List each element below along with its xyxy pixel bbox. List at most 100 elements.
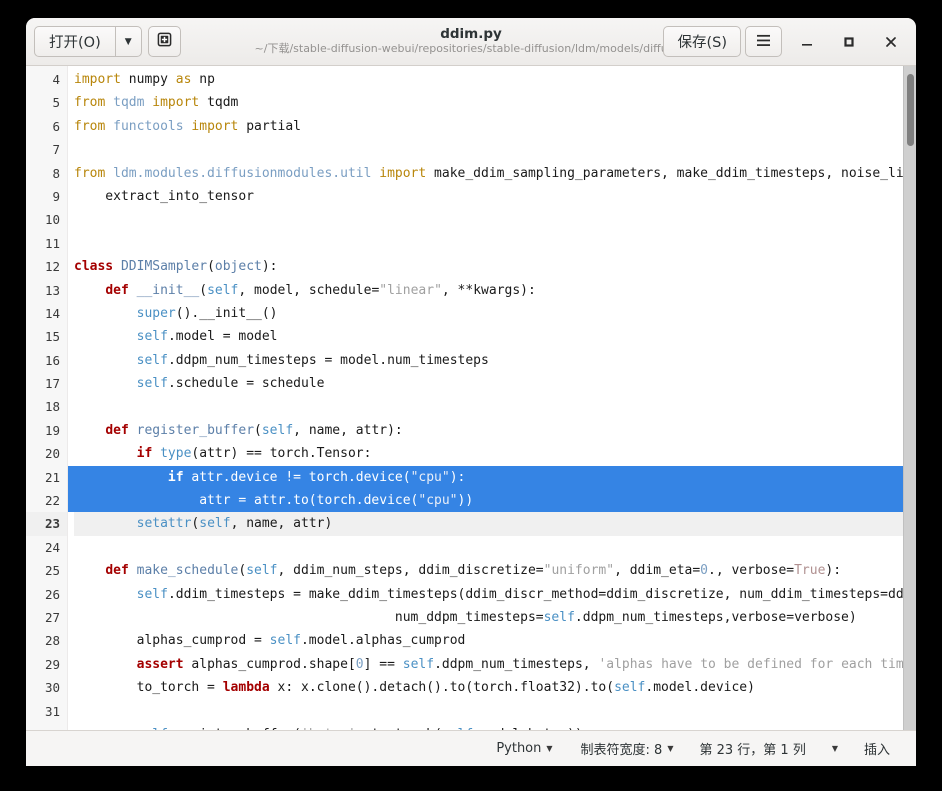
file-path-subtitle: ~/下载/stable-diffusion-webui/repositories…	[254, 42, 688, 56]
code-line[interactable]	[74, 700, 916, 723]
chevron-down-icon: ▼	[831, 744, 838, 753]
code-token: type	[160, 446, 192, 462]
tab-width-label: 制表符宽度: 8	[580, 743, 663, 758]
code-line[interactable]: to_torch = lambda x: x.clone().detach().…	[74, 676, 916, 699]
hamburger-menu-button[interactable]	[745, 26, 782, 57]
code-line[interactable]: def make_schedule(self, ddim_num_steps, …	[74, 559, 916, 582]
new-document-icon	[157, 32, 172, 51]
code-line[interactable]	[74, 536, 916, 559]
close-button[interactable]	[874, 25, 908, 59]
code-line[interactable]: alphas_cumprod = self.model.alphas_cumpr…	[74, 629, 916, 652]
code-line[interactable]: num_ddpm_timesteps=self.ddpm_num_timeste…	[74, 606, 916, 629]
line-number: 9	[52, 188, 60, 204]
line-number: 23	[26, 512, 67, 536]
open-button[interactable]: 打开(O)	[34, 26, 115, 57]
code-token: self	[136, 329, 168, 345]
code-line[interactable]	[74, 208, 916, 231]
open-dropdown-arrow-icon[interactable]: ▼	[114, 26, 142, 57]
position-dropdown[interactable]: ▼	[818, 744, 852, 753]
code-token: register_buffer	[136, 422, 255, 438]
new-document-button[interactable]	[147, 26, 181, 57]
code-token: import	[379, 165, 435, 181]
code-token: num_ddpm_timesteps=	[74, 609, 544, 625]
code-line[interactable]: attr = attr.to(torch.device("cpu"))	[68, 489, 916, 513]
code-token: tqdm	[207, 95, 239, 111]
code-token: def	[105, 282, 137, 298]
line-number: 4	[52, 72, 60, 87]
code-line[interactable]	[74, 138, 916, 161]
language-selector[interactable]: Python ▼	[482, 741, 566, 756]
line-number: 8	[52, 165, 60, 181]
code-token: partial	[246, 118, 302, 134]
code-line[interactable]: self.ddim_timesteps = make_ddim_timestep…	[74, 583, 916, 606]
code-line[interactable]: self.ddpm_num_timesteps = model.num_time…	[74, 349, 916, 372]
code-line[interactable]: def __init__(self, model, schedule="line…	[74, 279, 916, 302]
code-token: ):	[449, 469, 466, 485]
code-line[interactable]: from functools import partial	[74, 115, 916, 138]
line-number: 12	[44, 259, 60, 275]
vertical-scrollbar[interactable]	[903, 66, 916, 730]
code-token: make_ddim_sampling_parameters, make_ddim…	[434, 165, 916, 181]
line-number: 26	[44, 586, 60, 602]
code-token: .schedule = schedule	[167, 376, 325, 392]
code-token: self	[207, 282, 239, 298]
code-token: self	[137, 727, 168, 730]
save-button[interactable]: 保存(S)	[663, 26, 741, 57]
source-view[interactable]: 4 5 6 7 8 9 10 11 12 13 14 15 16 17 18 19 20 21 22 23 24 25 26…	[26, 66, 916, 730]
code-token: x: x.clone().detach().to(torch.float32).…	[277, 680, 615, 696]
code-token: (	[199, 282, 208, 298]
line-number: 28	[44, 633, 60, 649]
code-token: .model.alphas_cumprod	[300, 633, 466, 649]
code-token: .ddpm_num_timesteps = model.num_timestep…	[167, 352, 489, 368]
maximize-button[interactable]	[832, 25, 866, 59]
code-line[interactable]: def register_buffer(self, name, attr):	[74, 419, 916, 442]
code-line[interactable]: self.register_buffer('betas', to_torch(s…	[74, 723, 916, 730]
minimize-button[interactable]	[790, 25, 824, 59]
code-line[interactable]: self.schedule = schedule	[74, 372, 916, 395]
code-token: make_schedule	[136, 563, 239, 579]
code-token: from	[74, 95, 114, 111]
code-token: attr.device != torch.device(	[191, 469, 411, 485]
code-token: (	[207, 259, 215, 275]
code-text[interactable]: import numpy as np from tqdm import tqdm f…	[68, 66, 916, 730]
code-line[interactable]: from tqdm import tqdm	[74, 91, 916, 114]
code-token: (attr) == torch.Tensor:	[191, 446, 372, 462]
code-line[interactable]: if attr.device != torch.device("cpu"):	[68, 465, 916, 490]
code-line[interactable]: class DDIMSampler(object):	[74, 255, 916, 278]
code-token: ] ==	[363, 656, 403, 672]
chevron-down-icon: ▼	[667, 744, 674, 753]
line-number: 27	[44, 609, 60, 625]
code-line[interactable]: if type(attr) == torch.Tensor:	[74, 442, 916, 465]
code-token: .model = model	[167, 329, 278, 345]
code-line[interactable]: self.model = model	[74, 325, 916, 348]
code-token: , model, schedule=	[238, 282, 380, 298]
code-line[interactable]: super().__init__()	[74, 302, 916, 325]
code-line[interactable]	[74, 395, 916, 418]
line-number: 15	[44, 329, 60, 345]
code-line[interactable]: extract_into_tensor	[74, 185, 916, 208]
vertical-scrollbar-thumb[interactable]	[907, 74, 914, 146]
code-line[interactable]: from ldm.modules.diffusionmodules.util i…	[74, 162, 916, 185]
maximize-icon	[842, 35, 856, 49]
code-line[interactable]	[74, 232, 916, 255]
code-token: ldm.modules.diffusionmodules.util	[113, 165, 380, 181]
code-token: (	[254, 422, 262, 438]
code-line[interactable]: assert alphas_cumprod.shape[0] == self.d…	[74, 653, 916, 676]
code-token: as	[175, 72, 200, 87]
header-bar: 打开(O) ▼ ddim.py ~/下载/stable-diffusion-we…	[26, 18, 916, 66]
code-token: self	[136, 586, 168, 602]
code-token: self	[136, 352, 168, 368]
code-line[interactable]: setattr(self, name, attr)	[74, 512, 916, 536]
code-line[interactable]: import numpy as np	[74, 68, 916, 91]
line-number: 25	[44, 563, 60, 579]
language-label: Python	[496, 741, 542, 756]
tab-width-selector[interactable]: 制表符宽度: 8 ▼	[567, 739, 688, 758]
